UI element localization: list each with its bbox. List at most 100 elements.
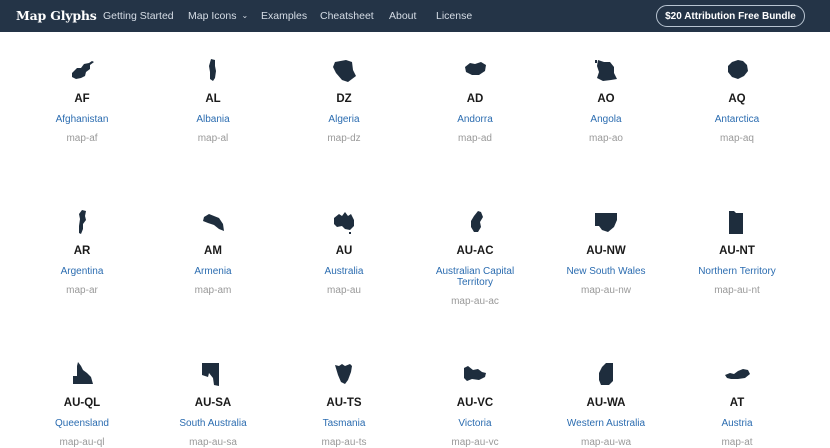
icon-name-link[interactable]: Antarctica (672, 114, 802, 125)
map-aq-icon (723, 56, 751, 84)
icon-code: AU-AC (456, 245, 494, 257)
icon-name-link[interactable]: Armenia (148, 266, 278, 277)
icon-card-map-au[interactable]: AU Australia map-au (279, 208, 409, 296)
map-ad-icon (461, 56, 489, 84)
icon-card-map-au-ts[interactable]: AU-TS Tasmania map-au-ts (279, 360, 409, 448)
icon-name-link[interactable]: New South Wales (541, 266, 671, 277)
icon-card-map-al[interactable]: AL Albania map-al (148, 56, 278, 144)
icon-class-name: map-dz (327, 133, 361, 144)
icon-card-map-am[interactable]: AM Armenia map-am (148, 208, 278, 296)
icon-name-link[interactable]: Queensland (17, 418, 147, 429)
icon-class-name: map-al (197, 133, 229, 144)
icon-code: AU-WA (586, 397, 626, 409)
map-am-icon (199, 208, 227, 236)
map-au-sa-icon (199, 360, 227, 388)
nav-item-label: Examples (261, 10, 308, 22)
icon-name-link[interactable]: Western Australia (541, 418, 671, 429)
icon-class-name: map-aq (720, 133, 754, 144)
icon-class-name: map-au-nt (714, 285, 760, 296)
map-au-ql-icon (68, 360, 96, 388)
icon-code: AT (729, 397, 745, 409)
icon-code: AQ (728, 93, 746, 105)
icon-name-link[interactable]: Northern Territory (672, 266, 802, 277)
nav-item-cheatsheet[interactable]: Cheatsheet (320, 10, 374, 22)
map-icon-grid: AF Afghanistan map-af AL Albania map-al DZ Alge… (0, 32, 830, 448)
icon-class-name: map-ao (589, 133, 623, 144)
icon-class-name: map-ar (66, 285, 98, 296)
map-at-icon (723, 360, 751, 388)
icon-card-map-af[interactable]: AF Afghanistan map-af (17, 56, 147, 144)
nav-item-examples[interactable]: Examples (261, 10, 307, 22)
icon-code: AU-SA (194, 397, 232, 409)
icon-name-link[interactable]: Algeria (279, 114, 409, 125)
icon-name-link[interactable]: Austria (672, 418, 802, 429)
icon-card-map-au-nt[interactable]: AU-NT Northern Territory map-au-nt (672, 208, 802, 296)
icon-class-name: map-am (194, 285, 232, 296)
map-af-icon (68, 56, 96, 84)
icon-class-name: map-af (66, 133, 98, 144)
map-dz-icon (330, 56, 358, 84)
map-au-nt-icon (723, 208, 751, 236)
icon-code: AR (73, 245, 91, 257)
icon-name-link[interactable]: Andorra (410, 114, 540, 125)
icon-code: AU-NW (586, 245, 626, 257)
nav-item-license[interactable]: License (436, 10, 472, 22)
nav-item-label: Cheatsheet (320, 10, 374, 22)
chevron-down-icon: ⌄ (241, 11, 249, 20)
nav-item-label: Getting Started (103, 10, 174, 22)
icon-class-name: map-ad (458, 133, 492, 144)
icon-card-map-ad[interactable]: AD Andorra map-ad (410, 56, 540, 144)
icon-card-map-au-ac[interactable]: AU-AC Australian Capital Territory map-au-… (410, 208, 540, 307)
icon-class-name: map-au-nw (580, 285, 632, 296)
map-au-ac-icon (461, 208, 489, 236)
icon-name-link[interactable]: Afghanistan (17, 114, 147, 125)
icon-code: AL (205, 93, 221, 105)
icon-name-link[interactable]: South Australia (148, 418, 278, 429)
map-au-nw-icon (592, 208, 620, 236)
attribution-bundle-button[interactable]: $20 Attribution Free Bundle (656, 5, 805, 27)
nav-item-label: License (436, 10, 473, 22)
icon-code: AF (74, 93, 90, 105)
icon-class-name: map-au-wa (580, 437, 632, 448)
icon-code: AU-TS (326, 397, 362, 409)
icon-class-name: map-au (327, 285, 361, 296)
icon-name-link[interactable]: Australia (279, 266, 409, 277)
icon-code: AD (466, 93, 484, 105)
nav-item-getting-started[interactable]: Getting Started (103, 10, 174, 22)
icon-card-map-aq[interactable]: AQ Antarctica map-aq (672, 56, 802, 144)
icon-card-map-ao[interactable]: AO Angola map-ao (541, 56, 671, 144)
icon-name-link[interactable]: Tasmania (279, 418, 409, 429)
map-au-wa-icon (592, 360, 620, 388)
icon-card-map-ar[interactable]: AR Argentina map-ar (17, 208, 147, 296)
icon-class-name: map-au-ql (59, 437, 105, 448)
icon-class-name: map-au-vc (451, 437, 499, 448)
icon-card-map-dz[interactable]: DZ Algeria map-dz (279, 56, 409, 144)
icon-code: AU-QL (63, 397, 101, 409)
icon-card-map-au-ql[interactable]: AU-QL Queensland map-au-ql (17, 360, 147, 448)
icon-name-link[interactable]: Angola (541, 114, 671, 125)
icon-card-map-au-vc[interactable]: AU-VC Victoria map-au-vc (410, 360, 540, 448)
map-ao-icon (592, 56, 620, 84)
icon-code: AU-VC (456, 397, 494, 409)
icon-class-name: map-au-ac (451, 296, 499, 307)
icon-class-name: map-au-ts (321, 437, 367, 448)
icon-class-name: map-au-sa (189, 437, 237, 448)
map-au-icon (330, 208, 358, 236)
icon-card-map-au-sa[interactable]: AU-SA South Australia map-au-sa (148, 360, 278, 448)
nav-item-label: About (389, 10, 417, 22)
icon-code: AU-NT (719, 245, 755, 257)
icon-code: AU (335, 245, 353, 257)
nav-item-map-icons[interactable]: Map Icons ⌄ (188, 10, 248, 22)
map-al-icon (199, 56, 227, 84)
map-au-ts-icon (330, 360, 358, 388)
icon-name-link[interactable]: Australian Capital Territory (433, 266, 517, 288)
icon-name-link[interactable]: Argentina (17, 266, 147, 277)
nav-item-about[interactable]: About (389, 10, 416, 22)
nav-item-label: Map Icons (188, 10, 237, 22)
icon-name-link[interactable]: Victoria (410, 418, 540, 429)
top-navbar: Map Glyphs Getting Started Map Icons ⌄ Exam… (0, 0, 830, 32)
icon-card-map-at[interactable]: AT Austria map-at (672, 360, 802, 448)
icon-card-map-au-nw[interactable]: AU-NW New South Wales map-au-nw (541, 208, 671, 296)
icon-card-map-au-wa[interactable]: AU-WA Western Australia map-au-wa (541, 360, 671, 448)
icon-name-link[interactable]: Albania (148, 114, 278, 125)
